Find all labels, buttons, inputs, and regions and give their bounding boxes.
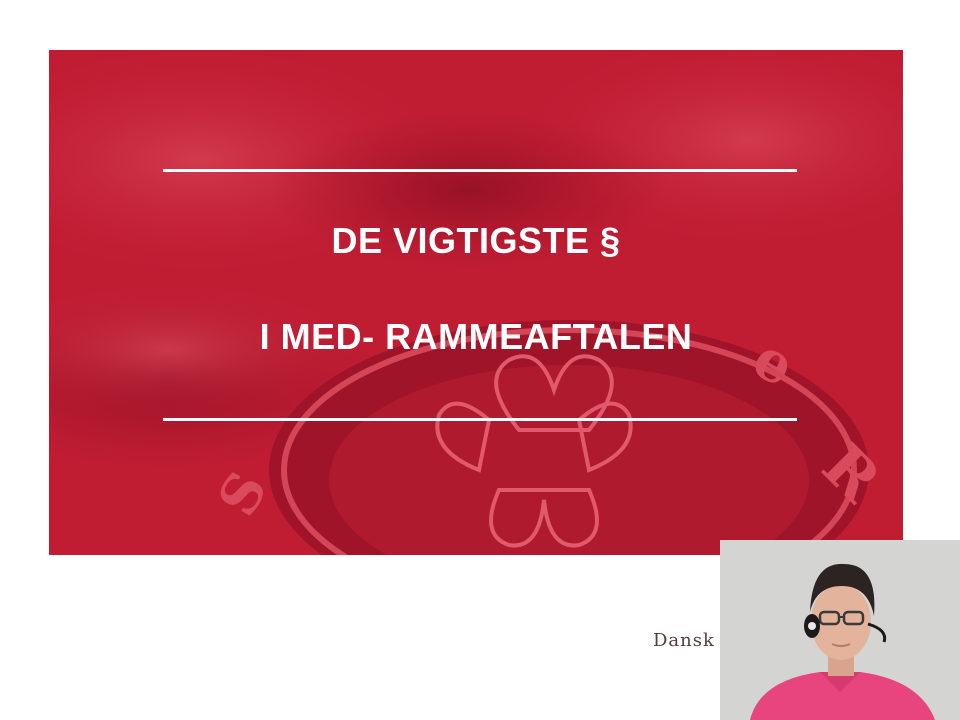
title-banner: S R e DE VIGTIGSTE § I MED- RAMMEAFTALEN xyxy=(49,50,903,555)
presenter-video-icon xyxy=(720,540,960,720)
presentation-slide: S R e DE VIGTIGSTE § I MED- RAMMEAFTALEN… xyxy=(0,0,960,720)
bottom-divider xyxy=(163,418,797,421)
presenter-webcam xyxy=(720,540,960,720)
top-divider xyxy=(163,169,797,172)
slide-title-line-1: DE VIGTIGSTE § xyxy=(331,220,621,261)
coins-background-image: S R e xyxy=(49,50,903,555)
brand-logo-text: Dansk xyxy=(653,630,715,651)
slide-title-line-2: I MED- RAMMEAFTALEN xyxy=(259,316,693,357)
